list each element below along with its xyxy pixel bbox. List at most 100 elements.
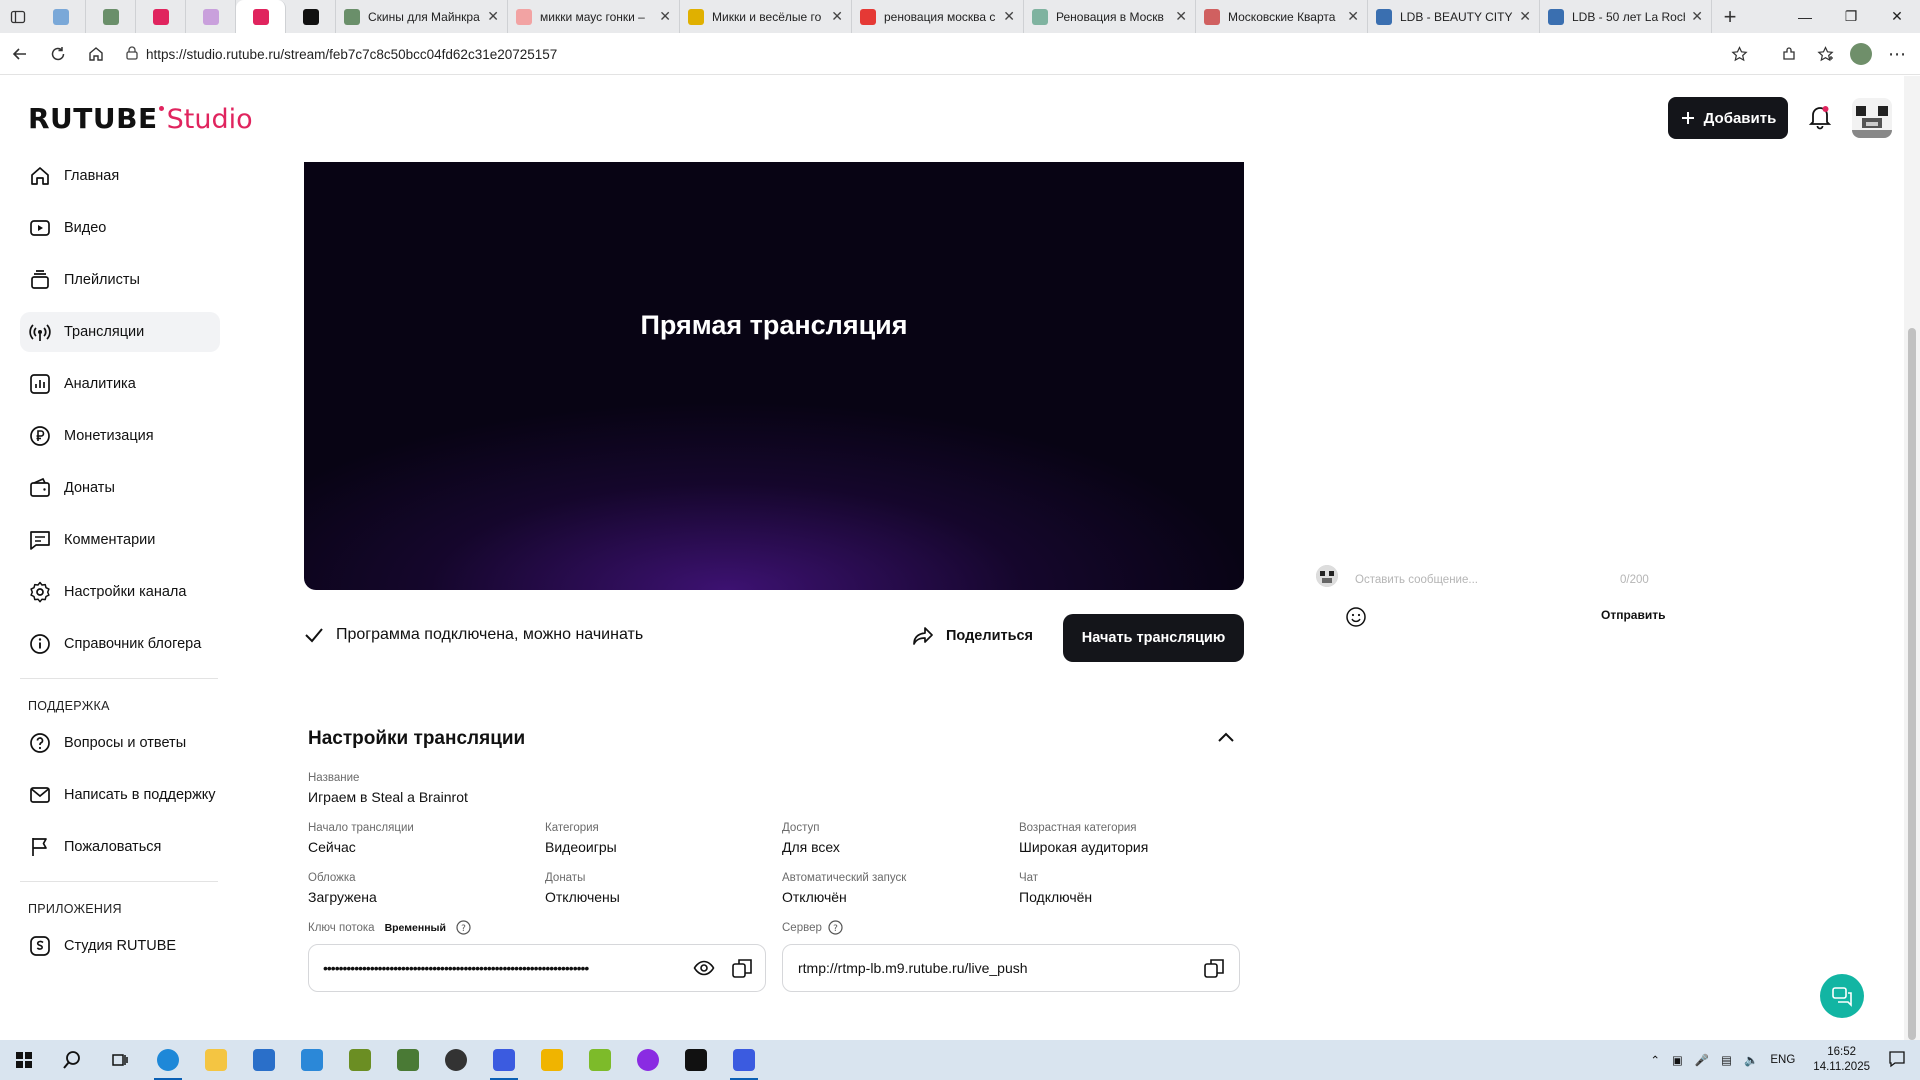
support-chat-icon[interactable] xyxy=(1820,974,1864,1018)
copy-key-icon[interactable] xyxy=(731,957,753,984)
add-button[interactable]: Добавить xyxy=(1668,97,1788,139)
minimize-icon[interactable]: — xyxy=(1782,0,1828,33)
browser-tab[interactable] xyxy=(186,0,236,33)
browser-tab[interactable] xyxy=(36,0,86,33)
capcut-icon[interactable] xyxy=(672,1040,720,1080)
url-field[interactable]: https://studio.rutube.ru/stream/feb7c7c8… xyxy=(118,38,1768,70)
favorites-icon[interactable] xyxy=(1808,37,1842,71)
star-icon[interactable] xyxy=(1722,37,1756,71)
tray-chevron-up-icon[interactable]: ⌃ xyxy=(1650,1053,1660,1067)
browser-tab[interactable] xyxy=(136,0,186,33)
chevron-up-icon[interactable] xyxy=(1217,730,1235,748)
browser-tab[interactable]: Скины для Майнкра ✕ xyxy=(336,0,508,33)
store-icon[interactable] xyxy=(240,1040,288,1080)
browser-tab[interactable]: LDB - BEAUTY CITY ✕ xyxy=(1368,0,1540,33)
windows-start-icon[interactable] xyxy=(0,1040,48,1080)
browser-tab[interactable] xyxy=(86,0,136,33)
send-button[interactable]: Отправить xyxy=(1601,608,1665,622)
sidebar-item-gear[interactable]: Настройки канала xyxy=(20,572,220,612)
edge-browser-icon[interactable] xyxy=(144,1040,192,1080)
new-tab-button[interactable]: + xyxy=(1712,4,1748,30)
vectorworks-icon[interactable] xyxy=(336,1040,384,1080)
tab-actions-icon[interactable] xyxy=(0,0,36,33)
volume-icon[interactable]: 🔈 xyxy=(1744,1053,1758,1067)
extensions-icon[interactable] xyxy=(1772,37,1806,71)
profile-icon[interactable] xyxy=(1844,37,1878,71)
tab-close-icon[interactable]: ✕ xyxy=(659,8,671,25)
sidebar-item-studio-app[interactable]: Студия RUTUBE xyxy=(20,926,220,966)
tab-close-icon[interactable]: ✕ xyxy=(831,8,843,25)
tab-close-icon[interactable]: ✕ xyxy=(1347,8,1359,25)
file-explorer-icon[interactable] xyxy=(192,1040,240,1080)
reload-icon[interactable] xyxy=(40,36,76,72)
sidebar-item-info[interactable]: Справочник блогера xyxy=(20,624,220,664)
browser-tab[interactable]: Московские Кварта ✕ xyxy=(1196,0,1368,33)
browser-tab-bar: Скины для Майнкра ✕ микки маус гонки – ✕ Мик… xyxy=(0,0,1920,33)
tab-close-icon[interactable]: ✕ xyxy=(487,8,499,25)
bell-icon[interactable] xyxy=(1808,104,1832,135)
game-icon-r[interactable] xyxy=(528,1040,576,1080)
favicon-icon xyxy=(688,8,704,25)
sidebar-item-comment[interactable]: Комментарии xyxy=(20,520,220,560)
browser-tab[interactable]: реновация москва с ✕ xyxy=(852,0,1024,33)
help-circle-icon[interactable]: ? xyxy=(828,920,843,935)
sidebar-item-question[interactable]: Вопросы и ответы xyxy=(20,723,220,763)
taskbar-search-icon[interactable] xyxy=(48,1040,96,1080)
sidebar-item-playlist[interactable]: Плейлисты xyxy=(20,260,220,300)
scrollbar-thumb[interactable] xyxy=(1908,328,1916,1040)
sidebar-item-analytics[interactable]: Аналитика xyxy=(20,364,220,404)
game-icon-green[interactable] xyxy=(576,1040,624,1080)
sidebar-item-mail[interactable]: Написать в поддержку xyxy=(20,775,220,815)
browser-tab[interactable]: Микки и весёлые го ✕ xyxy=(680,0,852,33)
restore-icon[interactable]: ❐ xyxy=(1828,0,1874,33)
roblox-studio-icon[interactable] xyxy=(720,1040,768,1080)
avatar[interactable] xyxy=(1852,98,1892,138)
start-stream-button[interactable]: Начать трансляцию xyxy=(1063,614,1244,662)
browser-tab[interactable]: микки маус гонки – ✕ xyxy=(508,0,680,33)
server-field[interactable]: rtmp://rtmp-lb.m9.rutube.ru/live_push xyxy=(782,944,1240,992)
minecraft-icon[interactable] xyxy=(384,1040,432,1080)
chat-message-input[interactable]: Оставить сообщение... xyxy=(1355,574,1478,586)
tab-close-icon[interactable]: ✕ xyxy=(1519,8,1531,25)
tab-close-icon[interactable]: ✕ xyxy=(1175,8,1187,25)
tab-close-icon[interactable]: ✕ xyxy=(1003,8,1015,25)
purple-app-icon[interactable] xyxy=(624,1040,672,1080)
home-browser-icon[interactable] xyxy=(78,36,114,72)
emoji-icon[interactable] xyxy=(1345,606,1367,633)
field-value: Играем в Steal a Brainrot xyxy=(308,789,468,805)
help-circle-icon[interactable]: ? xyxy=(456,920,471,935)
add-button-label: Добавить xyxy=(1703,109,1777,127)
browser-tab[interactable]: Реновация в Москв ✕ xyxy=(1024,0,1196,33)
sidebar-item-video[interactable]: Видео xyxy=(20,208,220,248)
copy-server-icon[interactable] xyxy=(1203,957,1225,982)
tray-app-icon[interactable]: ▣ xyxy=(1672,1053,1683,1067)
sidebar-item-flag[interactable]: Пожаловаться xyxy=(20,827,220,867)
sidebar-item-ruble[interactable]: Монетизация xyxy=(20,416,220,456)
eye-icon[interactable] xyxy=(693,957,715,984)
microphone-icon[interactable]: 🎤 xyxy=(1695,1053,1709,1067)
sidebar-item-home[interactable]: Главная xyxy=(20,156,220,196)
share-button[interactable]: Поделиться xyxy=(912,626,1033,646)
notifications-icon[interactable] xyxy=(1888,1050,1906,1071)
rutube-studio-logo[interactable]: RUTUBE Studio xyxy=(28,102,253,135)
stream-key-field[interactable]: ••••••••••••••••••••••••••••••••••••••••… xyxy=(308,944,766,992)
back-icon[interactable] xyxy=(2,36,38,72)
network-icon[interactable]: ▤ xyxy=(1721,1053,1732,1067)
close-window-icon[interactable]: ✕ xyxy=(1874,0,1920,33)
obs-icon[interactable] xyxy=(432,1040,480,1080)
task-view-icon[interactable] xyxy=(96,1040,144,1080)
browser-tab[interactable] xyxy=(286,0,336,33)
question-icon xyxy=(28,731,52,755)
stream-preview[interactable]: Прямая трансляция xyxy=(304,162,1244,590)
sidebar-item-wallet[interactable]: Донаты xyxy=(20,468,220,508)
roblox-icon[interactable] xyxy=(480,1040,528,1080)
language-indicator[interactable]: ENG xyxy=(1770,1054,1795,1066)
browser-tab-active[interactable] xyxy=(236,0,286,33)
clock[interactable]: 16:52 14.11.2025 xyxy=(1813,1045,1870,1075)
tab-close-icon[interactable]: ✕ xyxy=(1691,8,1703,25)
browser-tab[interactable]: LDB - 50 лет La Roch ✕ xyxy=(1540,0,1712,33)
more-icon[interactable]: ⋯ xyxy=(1880,37,1914,71)
page-scrollbar[interactable] xyxy=(1904,76,1920,1040)
sidebar-item-broadcast[interactable]: Трансляции xyxy=(20,312,220,352)
outlook-icon[interactable] xyxy=(288,1040,336,1080)
